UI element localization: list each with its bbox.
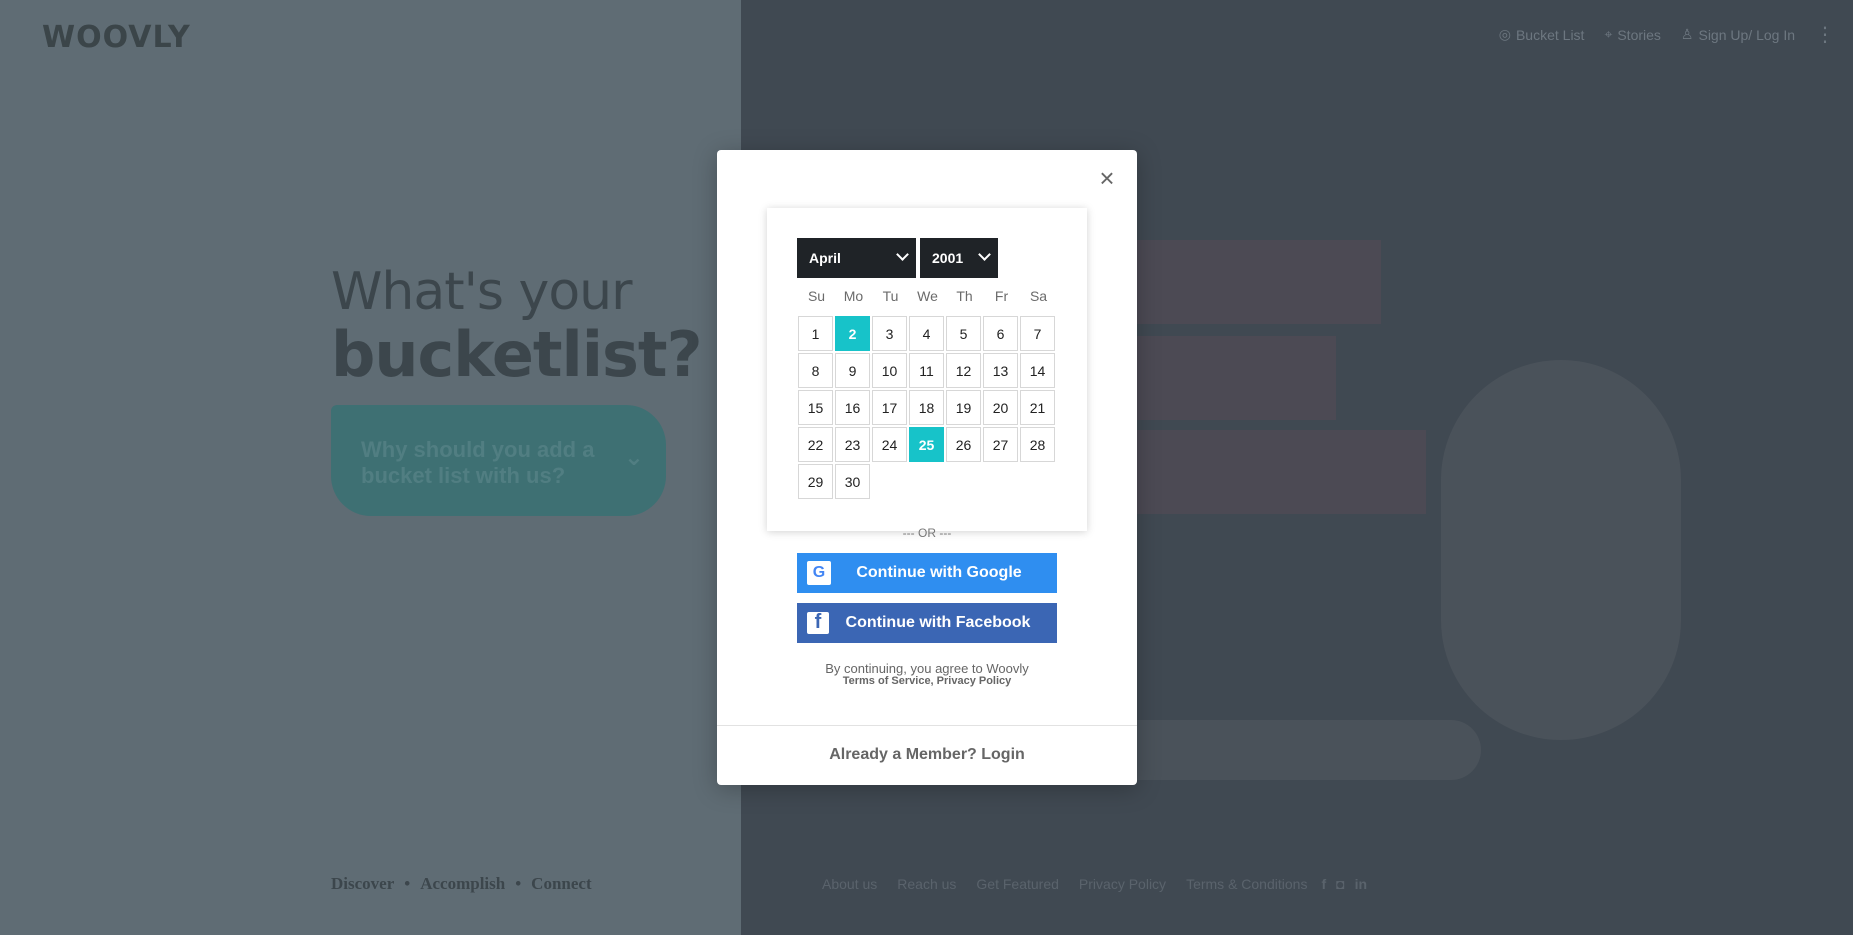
- year-select[interactable]: 2001: [920, 238, 998, 278]
- calendar-day[interactable]: 13: [983, 353, 1018, 388]
- calendar-day[interactable]: 10: [872, 353, 907, 388]
- calendar-day[interactable]: 6: [983, 316, 1018, 351]
- footer-reach-us[interactable]: Reach us: [897, 876, 956, 892]
- weekday-label: We: [917, 288, 938, 304]
- day-grid: 1 2 3 4 5 6 7 8 9 10 11 12 13 14 15 16 17 18 19 20 21 22 23 24 2…: [798, 316, 1055, 499]
- facebook-icon[interactable]: f: [1321, 876, 1326, 892]
- calendar-day[interactable]: 8: [798, 353, 833, 388]
- date-picker-header: April 2001: [797, 238, 998, 278]
- calendar-day[interactable]: 25: [909, 427, 944, 462]
- facebook-icon: f: [807, 612, 829, 634]
- calendar-day[interactable]: 23: [835, 427, 870, 462]
- month-select[interactable]: April: [797, 238, 916, 278]
- calendar-day[interactable]: 27: [983, 427, 1018, 462]
- calendar-day[interactable]: 4: [909, 316, 944, 351]
- chevron-down-icon: [896, 248, 909, 261]
- calendar-day[interactable]: 26: [946, 427, 981, 462]
- tagline-separator: •: [404, 874, 411, 893]
- calendar-day[interactable]: 15: [798, 390, 833, 425]
- nav-stories-label: Stories: [1617, 26, 1661, 43]
- top-navigation: ◎ Bucket List ⌖ Stories ♙ Sign Up/ Log I…: [1499, 22, 1835, 47]
- hero-line-1: What's your: [331, 262, 632, 322]
- tagline-connect: Connect: [531, 874, 592, 893]
- calendar-day[interactable]: 17: [872, 390, 907, 425]
- calendar-day[interactable]: 21: [1020, 390, 1055, 425]
- calendar-day[interactable]: 28: [1020, 427, 1055, 462]
- chevron-down-icon: ⌄: [623, 444, 644, 471]
- weekday-label: Mo: [843, 288, 864, 304]
- weekday-header: Su Mo Tu We Th Fr Sa: [798, 288, 1057, 304]
- terms-links[interactable]: Terms of Service, Privacy Policy: [717, 675, 1137, 688]
- calendar-day[interactable]: 16: [835, 390, 870, 425]
- instagram-icon[interactable]: ◘: [1336, 876, 1344, 892]
- nav-signup-login-label: Sign Up/ Log In: [1698, 26, 1795, 43]
- footer-links: About us Reach us Get Featured Privacy P…: [822, 876, 1367, 892]
- modal-divider: [717, 725, 1137, 726]
- calendar-day[interactable]: 19: [946, 390, 981, 425]
- month-select-value: April: [809, 250, 841, 266]
- continue-with-facebook-button[interactable]: f Continue with Facebook: [797, 603, 1057, 643]
- footer-get-featured[interactable]: Get Featured: [976, 876, 1059, 892]
- hero-line-2: bucketlist?: [331, 318, 703, 391]
- calendar-day[interactable]: 1: [798, 316, 833, 351]
- calendar-day[interactable]: 22: [798, 427, 833, 462]
- why-add-bucket-list-button[interactable]: Why should you add a bucket list with us…: [331, 405, 666, 516]
- calendar-day[interactable]: 3: [872, 316, 907, 351]
- compass-icon: ◎: [1498, 26, 1511, 42]
- google-button-label: Continue with Google: [856, 564, 1022, 581]
- calendar-day[interactable]: 9: [835, 353, 870, 388]
- calendar-day[interactable]: 11: [909, 353, 944, 388]
- facebook-button-label: Continue with Facebook: [845, 614, 1031, 631]
- already-member-login-link[interactable]: Already a Member? Login: [717, 746, 1137, 764]
- nav-bucket-list[interactable]: ◎ Bucket List: [1499, 26, 1585, 43]
- tagline-separator: •: [515, 874, 522, 893]
- linkedin-icon[interactable]: in: [1355, 876, 1367, 892]
- bg-figure: [1441, 360, 1681, 740]
- why-button-label: Why should you add a bucket list with us…: [361, 437, 595, 488]
- more-menu-icon[interactable]: ⋮: [1815, 22, 1835, 47]
- calendar-day[interactable]: 20: [983, 390, 1018, 425]
- date-picker: April 2001 Su Mo Tu We Th Fr Sa 12345678…: [767, 208, 1087, 531]
- calendar-day[interactable]: 7: [1020, 316, 1055, 351]
- calendar-day[interactable]: 30: [835, 464, 870, 499]
- weekday-label: Th: [956, 288, 973, 304]
- nav-bucket-list-label: Bucket List: [1515, 26, 1585, 43]
- social-links: f ◘ in: [1321, 876, 1367, 892]
- weekday-label: Tu: [882, 288, 899, 304]
- tagline: Discover • Accomplish • Connect: [331, 874, 592, 894]
- calendar-day[interactable]: 12: [946, 353, 981, 388]
- year-select-value: 2001: [932, 250, 964, 266]
- continue-with-google-button[interactable]: G Continue with Google: [797, 553, 1057, 593]
- woovly-logo[interactable]: WOOVLY: [42, 20, 191, 55]
- nav-stories[interactable]: ⌖ Stories: [1604, 26, 1660, 43]
- weekday-label: Fr: [994, 288, 1009, 304]
- calendar-day[interactable]: 29: [798, 464, 833, 499]
- tagline-discover: Discover: [331, 874, 395, 893]
- weekday-label: Sa: [1029, 288, 1048, 304]
- calendar-day[interactable]: 24: [872, 427, 907, 462]
- tagline-accomplish: Accomplish: [420, 874, 506, 893]
- signup-modal: × April 2001 Su Mo Tu We Th Fr Sa 123456…: [717, 150, 1137, 785]
- calendar-day[interactable]: 18: [909, 390, 944, 425]
- hero-heading: What's your bucketlist?: [331, 262, 703, 391]
- calendar-day[interactable]: 14: [1020, 353, 1055, 388]
- terms-notice: By continuing, you agree to Woovly Terms…: [717, 662, 1137, 688]
- or-divider: --- OR ---: [902, 526, 952, 540]
- terms-text: By continuing, you agree to Woovly: [825, 661, 1029, 676]
- weekday-label: Su: [807, 288, 826, 304]
- chevron-down-icon: [978, 248, 991, 261]
- footer-about-us[interactable]: About us: [822, 876, 877, 892]
- nav-signup-login[interactable]: ♙ Sign Up/ Log In: [1681, 26, 1795, 43]
- pin-icon: ⌖: [1604, 26, 1613, 42]
- calendar-day[interactable]: 5: [946, 316, 981, 351]
- footer-privacy-policy[interactable]: Privacy Policy: [1079, 876, 1166, 892]
- user-icon: ♙: [1680, 26, 1694, 42]
- footer-terms[interactable]: Terms & Conditions: [1186, 876, 1307, 892]
- close-icon[interactable]: ×: [1095, 165, 1119, 191]
- calendar-day[interactable]: 2: [835, 316, 870, 351]
- google-icon: G: [807, 561, 831, 585]
